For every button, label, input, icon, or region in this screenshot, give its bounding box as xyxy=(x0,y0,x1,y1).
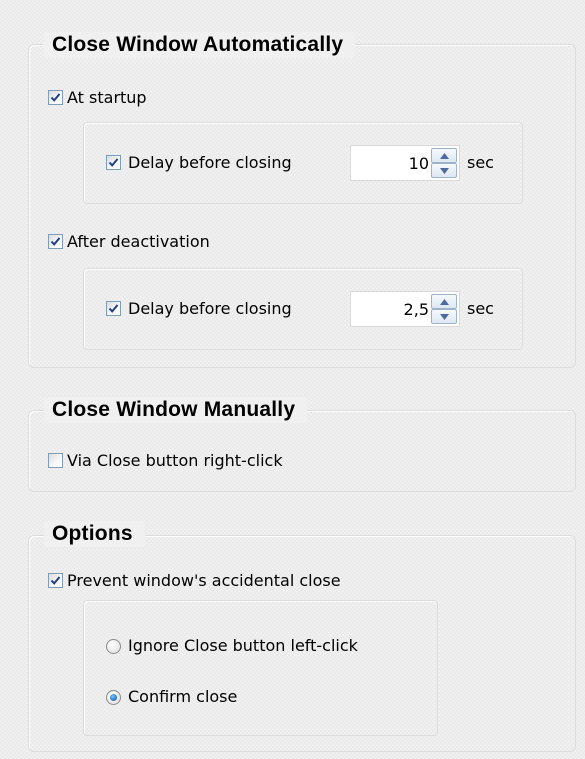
at-startup-label: At startup xyxy=(67,88,147,107)
after-deactivation-label: After deactivation xyxy=(67,232,210,251)
startup-delay-increment-button[interactable] xyxy=(431,148,457,163)
right-click-label: Via Close button right-click xyxy=(67,451,283,470)
deactivation-delay-decrement-button[interactable] xyxy=(431,309,457,324)
startup-delay-checkbox[interactable] xyxy=(106,155,121,170)
deactivation-delay-unit: sec xyxy=(467,299,494,318)
right-click-checkbox[interactable] xyxy=(48,453,63,468)
options-title: Options xyxy=(44,521,145,547)
deactivation-delay-checkbox[interactable] xyxy=(106,301,121,316)
at-startup-checkbox[interactable] xyxy=(48,90,63,105)
confirm-close-radio[interactable] xyxy=(106,690,121,705)
deactivation-delay-label: Delay before closing xyxy=(128,299,292,318)
prevent-close-checkbox[interactable] xyxy=(48,573,63,588)
after-deactivation-checkbox[interactable] xyxy=(48,234,63,249)
checkmark-icon xyxy=(50,237,61,246)
checkmark-icon xyxy=(108,304,119,313)
deactivation-delay-spinner[interactable]: 2,5 xyxy=(350,291,460,327)
arrow-down-icon xyxy=(440,168,449,174)
startup-delay-value[interactable]: 10 xyxy=(409,146,429,182)
startup-delay-spinner[interactable]: 10 xyxy=(350,145,460,181)
close-window-automatically-title: Close Window Automatically xyxy=(44,32,356,58)
checkmark-icon xyxy=(108,158,119,167)
prevent-close-label: Prevent window's accidental close xyxy=(67,571,341,590)
arrow-up-icon xyxy=(440,299,449,305)
arrow-up-icon xyxy=(440,153,449,159)
startup-delay-label: Delay before closing xyxy=(128,153,292,172)
startup-delay-decrement-button[interactable] xyxy=(431,163,457,178)
confirm-close-label: Confirm close xyxy=(128,687,238,706)
ignore-left-click-radio[interactable] xyxy=(106,639,121,654)
close-behavior-panel xyxy=(83,600,438,736)
arrow-down-icon xyxy=(440,314,449,320)
close-window-manually-title: Close Window Manually xyxy=(44,397,308,423)
radio-selected-dot xyxy=(110,694,117,701)
checkmark-icon xyxy=(50,93,61,102)
deactivation-delay-increment-button[interactable] xyxy=(431,294,457,309)
startup-delay-unit: sec xyxy=(467,153,494,172)
ignore-left-click-label: Ignore Close button left-click xyxy=(128,636,358,655)
checkmark-icon xyxy=(50,576,61,585)
deactivation-delay-value[interactable]: 2,5 xyxy=(404,292,429,328)
